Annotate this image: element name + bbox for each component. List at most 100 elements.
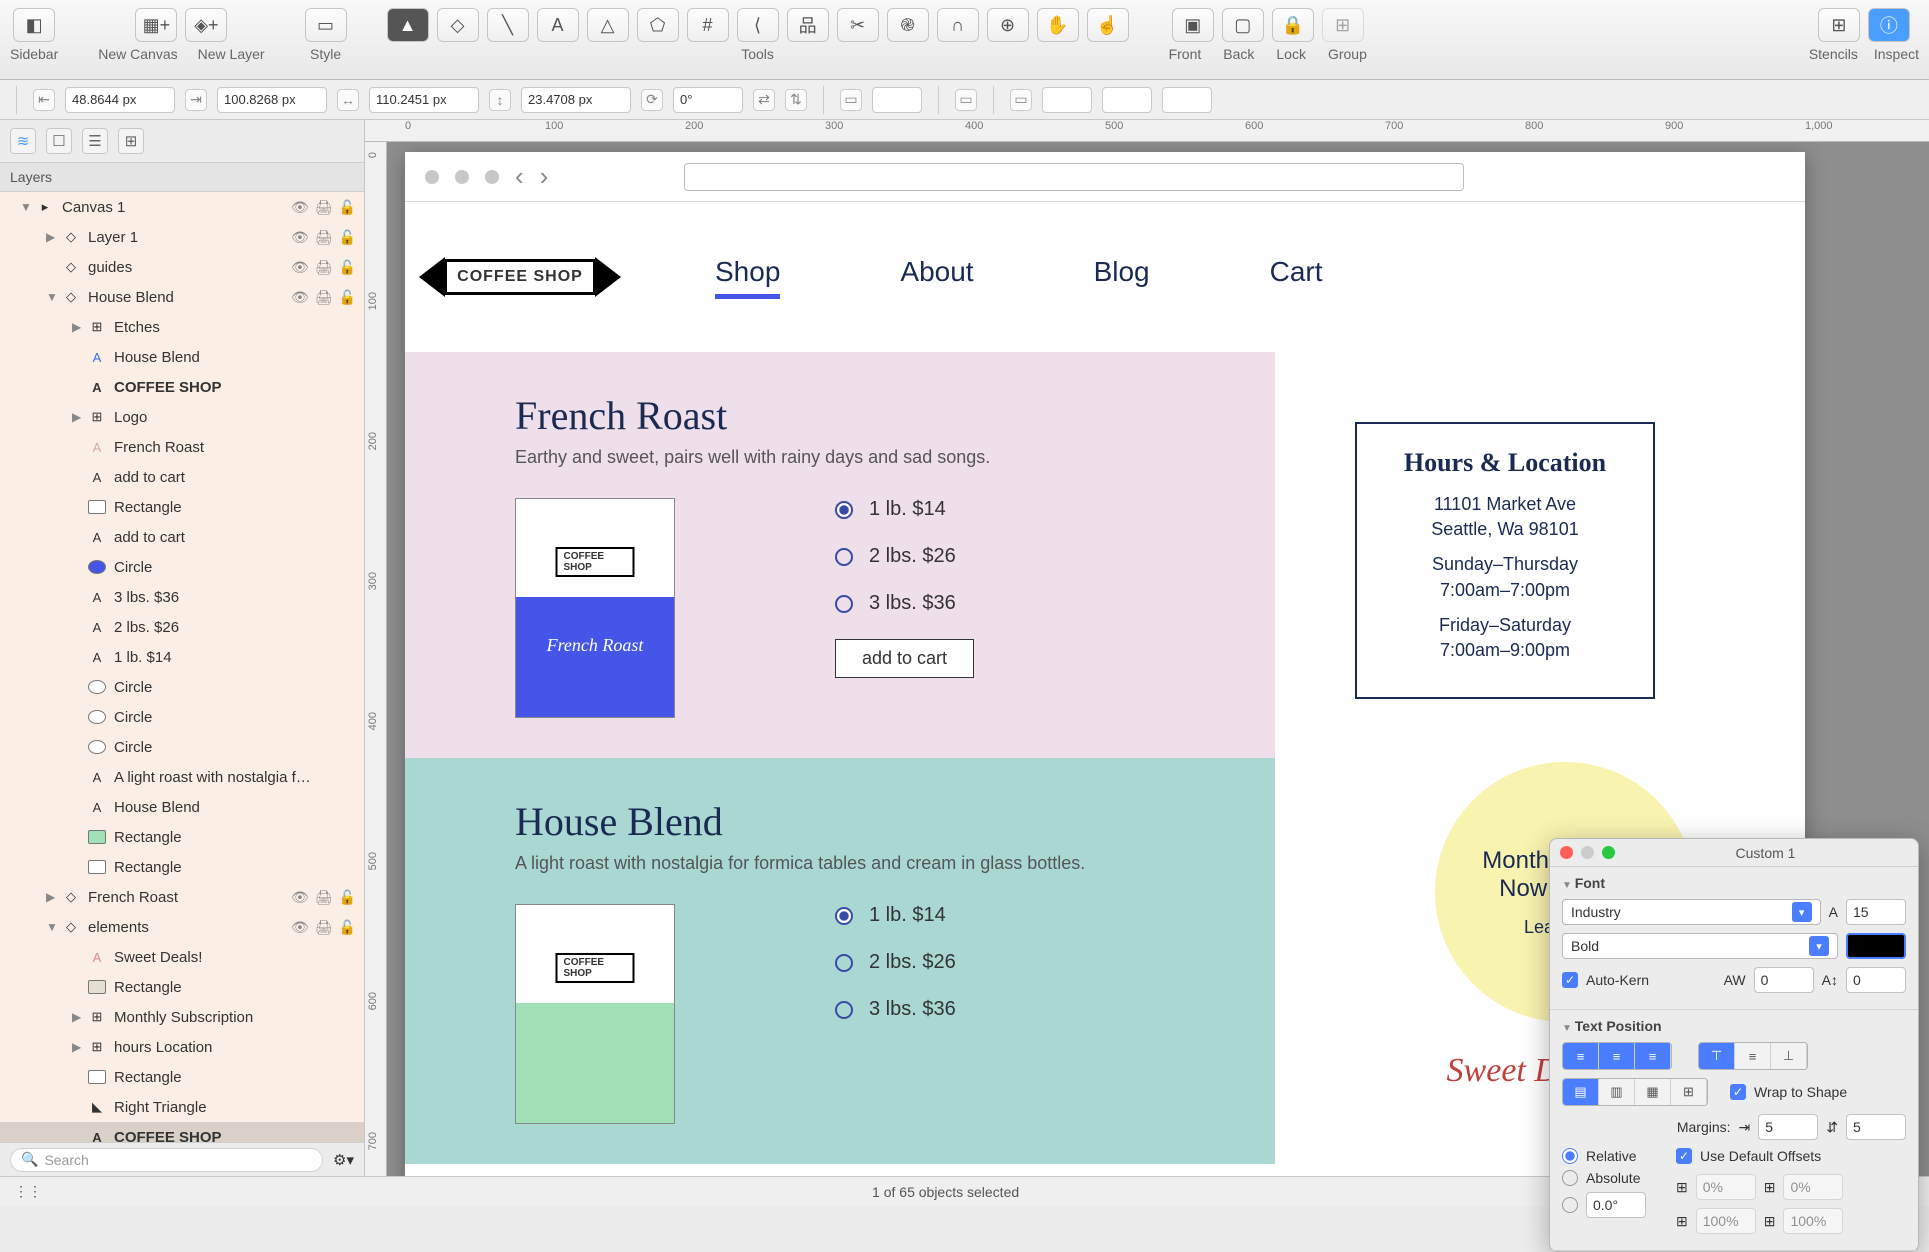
tool-select[interactable]: ▲ [387, 8, 429, 42]
layer-row[interactable]: Circle [0, 672, 364, 702]
print-icon[interactable]: 🖨 [315, 199, 333, 216]
layer-row[interactable]: ASweet Deals! [0, 942, 364, 972]
font-weight-select[interactable]: Bold▾ [1562, 933, 1838, 959]
size-w-input[interactable]: 100% [1696, 1208, 1756, 1234]
wrap-segment[interactable]: ▤ ▥ ▦ ⊞ [1562, 1078, 1708, 1106]
layer-row[interactable]: ▶◇French Roast👁🖨🔓 [0, 882, 364, 912]
tab-list-icon[interactable]: ☰ [82, 128, 108, 154]
visibility-icon[interactable]: 👁 [291, 259, 309, 276]
inspect-button[interactable]: ⓘ [1868, 8, 1910, 42]
kern-input[interactable]: 0 [1754, 967, 1814, 993]
angle-input[interactable]: 0.0° [1586, 1192, 1646, 1218]
absolute-radio[interactable] [1562, 1170, 1578, 1186]
layer-row[interactable]: ◣Right Triangle [0, 1092, 364, 1122]
visibility-icon[interactable]: 👁 [291, 919, 309, 936]
lock-icon[interactable]: 🔓 [339, 199, 356, 216]
tool-c[interactable]: ✂ [837, 8, 879, 42]
front-button[interactable]: ▣ [1172, 8, 1214, 42]
search-input[interactable]: 🔍 Search [10, 1148, 323, 1172]
disclosure-icon[interactable]: ▶ [72, 410, 86, 424]
sidebar-toggle-button[interactable]: ◧ [13, 8, 55, 42]
tool-zoom[interactable]: ⊕ [987, 8, 1029, 42]
layer-row[interactable]: Circle [0, 702, 364, 732]
layer-row[interactable]: AHouse Blend [0, 792, 364, 822]
tool-hand[interactable]: ✋ [1037, 8, 1079, 42]
print-icon[interactable]: 🖨 [315, 229, 333, 246]
lock-icon[interactable]: 🔓 [339, 289, 356, 306]
flip-v-button[interactable]: ⇅ [785, 89, 807, 111]
layer-row[interactable]: Rectangle [0, 822, 364, 852]
disclosure-icon[interactable]: ▶ [72, 1040, 86, 1054]
print-icon[interactable]: 🖨 [315, 289, 333, 306]
shadow-icon[interactable]: ▭ [1010, 89, 1032, 111]
close-icon[interactable] [1560, 846, 1573, 859]
shadow-select[interactable] [1042, 87, 1092, 113]
layer-row[interactable]: ▼◇elements👁🖨🔓 [0, 912, 364, 942]
layer-row[interactable]: ▶⊞Logo [0, 402, 364, 432]
leading-input[interactable]: 0 [1846, 967, 1906, 993]
wrap-d-icon[interactable]: ⊞ [1671, 1079, 1707, 1105]
align-right-icon[interactable]: ≡ [1635, 1043, 1671, 1069]
new-canvas-button[interactable]: ▦+ [135, 8, 177, 42]
tool-text[interactable]: A [537, 8, 579, 42]
layer-tree[interactable]: ▼▸Canvas 1👁🖨🔓▶◇Layer 1👁🖨🔓◇guides👁🖨🔓▼◇Hou… [0, 192, 364, 1142]
disclosure-icon[interactable]: ▶ [46, 890, 60, 904]
lock-icon[interactable]: 🔓 [339, 889, 356, 906]
layer-row[interactable]: AHouse Blend [0, 342, 364, 372]
layer-row[interactable]: Circle [0, 552, 364, 582]
font-section-head[interactable]: Font [1562, 875, 1906, 891]
layer-row[interactable]: A3 lbs. $36 [0, 582, 364, 612]
group-button[interactable]: ⊞ [1322, 8, 1364, 42]
margin-h-input[interactable]: 5 [1758, 1114, 1818, 1140]
textpos-section-head[interactable]: Text Position [1562, 1018, 1906, 1034]
layer-actions[interactable]: 👁🖨🔓 [291, 289, 356, 306]
tool-shape[interactable]: ◇ [437, 8, 479, 42]
tool-poly[interactable]: ⬠ [637, 8, 679, 42]
y-input[interactable]: 100.8268 px [217, 87, 327, 113]
disclosure-icon[interactable]: ▼ [46, 290, 60, 304]
new-layer-button[interactable]: ◈+ [185, 8, 227, 42]
style-button[interactable]: ▭ [305, 8, 347, 42]
visibility-icon[interactable]: 👁 [291, 199, 309, 216]
layer-row[interactable]: Aadd to cart [0, 462, 364, 492]
layer-row[interactable]: ▶⊞Etches [0, 312, 364, 342]
layer-row[interactable]: ACOFFEE SHOP [0, 1122, 364, 1142]
layer-row[interactable]: Rectangle [0, 852, 364, 882]
disclosure-icon[interactable]: ▶ [72, 320, 86, 334]
x-input[interactable]: 48.8644 px [65, 87, 175, 113]
layer-actions[interactable]: 👁🖨🔓 [291, 259, 356, 276]
layer-row[interactable]: ▼▸Canvas 1👁🖨🔓 [0, 192, 364, 222]
offset-x-input[interactable]: 0% [1696, 1174, 1756, 1200]
align-left-icon[interactable]: ≡ [1563, 1043, 1599, 1069]
layer-row[interactable]: Rectangle [0, 1062, 364, 1092]
lock-icon[interactable]: 🔓 [339, 919, 356, 936]
layer-row[interactable]: Circle [0, 732, 364, 762]
h-input[interactable]: 23.4708 px [521, 87, 631, 113]
sidebar-gear-icon[interactable]: ⚙▾ [333, 1151, 354, 1169]
layer-row[interactable]: ACOFFEE SHOP [0, 372, 364, 402]
relative-radio[interactable] [1562, 1148, 1578, 1164]
back-button[interactable]: ▢ [1222, 8, 1264, 42]
lock-button[interactable]: 🔒 [1272, 8, 1314, 42]
disclosure-icon[interactable]: ▶ [46, 230, 60, 244]
layer-row[interactable]: A2 lbs. $26 [0, 612, 364, 642]
halign-segment[interactable]: ≡ ≡ ≡ [1562, 1042, 1672, 1070]
offset-y-input[interactable]: 0% [1783, 1174, 1843, 1200]
layer-actions[interactable]: 👁 🖨 🔓 [291, 199, 356, 216]
minimize-icon[interactable] [1581, 846, 1594, 859]
tool-pen[interactable]: △ [587, 8, 629, 42]
layer-row[interactable]: Rectangle [0, 972, 364, 1002]
autokern-checkbox[interactable]: ✓ [1562, 972, 1578, 988]
tool-d[interactable]: ֎ [887, 8, 929, 42]
print-icon[interactable]: 🖨 [315, 919, 333, 936]
layer-row[interactable]: Rectangle [0, 492, 364, 522]
print-icon[interactable]: 🖨 [315, 889, 333, 906]
print-icon[interactable]: 🖨 [315, 259, 333, 276]
layer-row[interactable]: ▶◇Layer 1👁🖨🔓 [0, 222, 364, 252]
font-size-input[interactable]: 15 [1846, 899, 1906, 925]
valign-top-icon[interactable]: ⊤ [1699, 1043, 1735, 1069]
valign-segment[interactable]: ⊤ ≡ ⊥ [1698, 1042, 1808, 1070]
tool-b[interactable]: 品 [787, 8, 829, 42]
wrap-a-icon[interactable]: ▤ [1563, 1079, 1599, 1105]
wrap-checkbox[interactable]: ✓ [1730, 1084, 1746, 1100]
